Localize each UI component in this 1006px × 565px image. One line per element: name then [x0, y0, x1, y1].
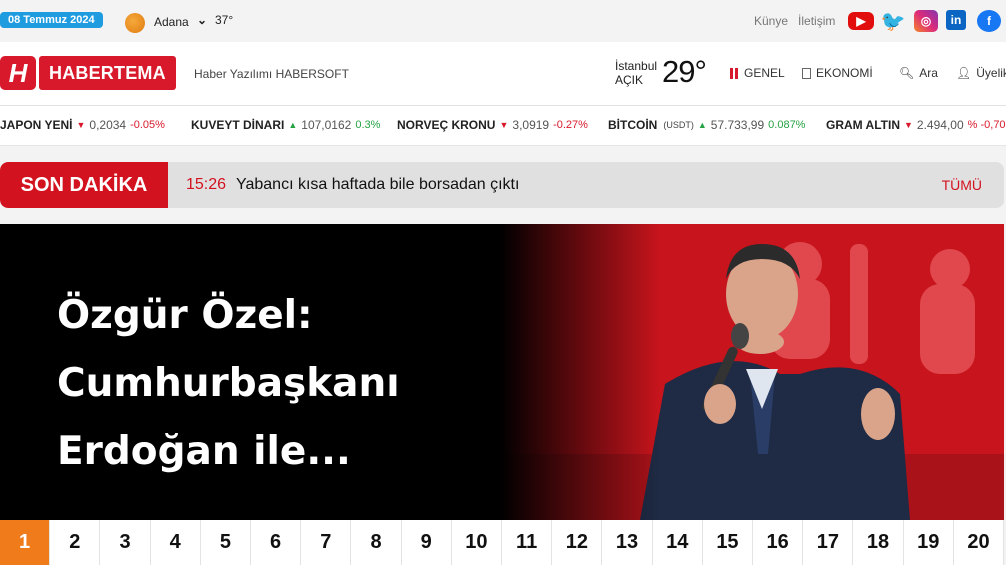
membership-button[interactable]: 👤︎ Üyelik — [956, 66, 1006, 80]
breaking-headline[interactable]: Yabancı kısa haftada bile borsadan çıktı — [236, 176, 519, 194]
weather-state: AÇIK — [615, 73, 644, 87]
page-number-4[interactable]: 4 — [151, 520, 201, 565]
instagram-icon[interactable]: ◎ — [914, 10, 938, 32]
breaking-time: 15:26 — [186, 176, 227, 193]
breaking-news-bar[interactable]: SON DAKİKA 15:26 Yabancı kısa haftada bi… — [0, 162, 1004, 208]
page-number-14[interactable]: 14 — [653, 520, 703, 565]
page-number-8[interactable]: 8 — [351, 520, 402, 565]
ticker-value: 2.494,00 — [916, 118, 964, 132]
ticker-unit: (USDT) — [663, 120, 694, 130]
arrow-down-icon: ▼ — [499, 120, 509, 130]
page-number-2[interactable]: 2 — [50, 520, 101, 565]
slider-pagination: 1 2 3 4 5 6 7 8 9 10 11 12 13 14 15 16 1… — [0, 520, 1005, 565]
top-links: Künye İletişim — [754, 14, 835, 28]
weather-widget: İstanbul AÇIK — [615, 59, 657, 87]
city-temperature: 37° — [215, 13, 234, 27]
ticker-name: NORVEÇ KRONU — [397, 118, 496, 132]
ticker-value: 0,2034 — [89, 118, 127, 132]
site-header: H HABERTEMA Haber Yazılımı HABERSOFT İst… — [0, 42, 1006, 106]
search-button[interactable]: 🔍︎ Ara — [899, 66, 938, 80]
sun-icon — [125, 13, 145, 33]
ticker-change: -0.05% — [130, 119, 165, 131]
date-badge: 08 Temmuz 2024 — [0, 12, 103, 28]
link-kunye[interactable]: Künye — [754, 14, 788, 28]
breaking-label: SON DAKİKA — [0, 162, 168, 208]
document-icon — [802, 67, 811, 79]
hero-fade-overlay — [500, 224, 660, 520]
logo-mark: H — [0, 56, 36, 90]
ticker-value: 57.733,99 — [710, 118, 765, 132]
ticker-name: BİTCOİN — [608, 118, 658, 132]
page-number-15[interactable]: 15 — [703, 520, 754, 565]
page-number-16[interactable]: 16 — [753, 520, 804, 565]
page-number-1[interactable]: 1 — [0, 520, 51, 565]
arrow-down-icon: ▼ — [904, 120, 913, 130]
page-number-10[interactable]: 10 — [452, 520, 503, 565]
page-number-3[interactable]: 3 — [100, 520, 151, 565]
page-number-19[interactable]: 19 — [904, 520, 954, 565]
arrow-down-icon: ▼ — [76, 120, 86, 130]
ticker-item[interactable]: KUVEYT DİNARI ▲ 107,0162 0.3% — [191, 118, 380, 132]
nav-general-label: GENEL — [744, 66, 785, 80]
site-logo[interactable]: H HABERTEMA — [0, 56, 176, 90]
membership-label: Üyelik — [976, 66, 1006, 80]
linkedin-icon[interactable]: in — [946, 10, 966, 30]
link-iletisim[interactable]: İletişim — [798, 14, 835, 28]
ticker-value: 3,0919 — [512, 118, 550, 132]
category-bars-icon — [730, 67, 733, 79]
ticker-item[interactable]: GRAM ALTIN ▼ 2.494,00 % -0,70 — [826, 118, 1006, 132]
currency-ticker: JAPON YENİ ▼ 0,2034 -0.05% KUVEYT DİNARI… — [0, 106, 1006, 146]
headline-slider[interactable]: Özgür Özel: Cumhurbaşkanı Erdoğan ile... — [0, 224, 1004, 520]
ticker-item[interactable]: BİTCOİN (USDT) ▲ 57.733,99 0.087% — [608, 118, 805, 132]
hero-headline[interactable]: Özgür Özel: Cumhurbaşkanı Erdoğan ile... — [57, 282, 477, 486]
weather-city: İstanbul — [615, 59, 658, 73]
ticker-item[interactable]: JAPON YENİ ▼ 0,2034 -0.05% — [0, 118, 165, 132]
city-selector[interactable]: Adana — [154, 15, 189, 29]
page-number-18[interactable]: 18 — [853, 520, 904, 565]
nav-economy[interactable]: EKONOMİ — [802, 66, 873, 80]
ticker-change: 0.087% — [768, 119, 806, 131]
user-icon: 👤︎ — [956, 66, 972, 80]
ticker-name: KUVEYT DİNARI — [191, 118, 285, 132]
youtube-icon[interactable]: ▶ — [848, 12, 874, 30]
nav-economy-label: EKONOMİ — [816, 66, 873, 80]
ticker-change: 0.3% — [355, 119, 381, 131]
arrow-up-icon: ▲ — [288, 120, 298, 130]
page-number-17[interactable]: 17 — [803, 520, 854, 565]
ticker-name: GRAM ALTIN — [826, 118, 900, 132]
top-bar: 08 Temmuz 2024 Adana ⌄ 37° Künye İletişi… — [0, 0, 1006, 42]
page-number-5[interactable]: 5 — [201, 520, 252, 565]
logo-text: HABERTEMA — [39, 56, 176, 90]
ticker-name: JAPON YENİ — [0, 118, 73, 132]
ticker-value: 107,0162 — [301, 118, 352, 132]
page-number-6[interactable]: 6 — [251, 520, 302, 565]
page-number-11[interactable]: 11 — [502, 520, 553, 565]
page-number-9[interactable]: 9 — [402, 520, 452, 565]
breaking-all-link[interactable]: TÜMÜ — [942, 177, 982, 193]
page-number-12[interactable]: 12 — [552, 520, 603, 565]
nav-general[interactable]: GENEL — [730, 66, 785, 80]
tagline: Haber Yazılımı HABERSOFT — [194, 67, 349, 81]
facebook-icon[interactable]: f — [977, 10, 1001, 32]
page-number-20[interactable]: 20 — [954, 520, 1005, 565]
twitter-icon[interactable]: 🐦 — [881, 10, 906, 33]
page-number-13[interactable]: 13 — [602, 520, 653, 565]
chevron-down-icon[interactable]: ⌄ — [197, 13, 207, 27]
weather-temperature: 29° — [662, 54, 707, 89]
search-label: Ara — [919, 66, 938, 80]
ticker-change: -0.27% — [553, 119, 588, 131]
ticker-item[interactable]: NORVEÇ KRONU ▼ 3,0919 -0.27% — [397, 118, 588, 132]
arrow-up-icon: ▲ — [697, 120, 707, 130]
ticker-change: % -0,70 — [967, 119, 1006, 131]
search-icon: 🔍︎ — [899, 66, 915, 80]
page-number-7[interactable]: 7 — [301, 520, 352, 565]
